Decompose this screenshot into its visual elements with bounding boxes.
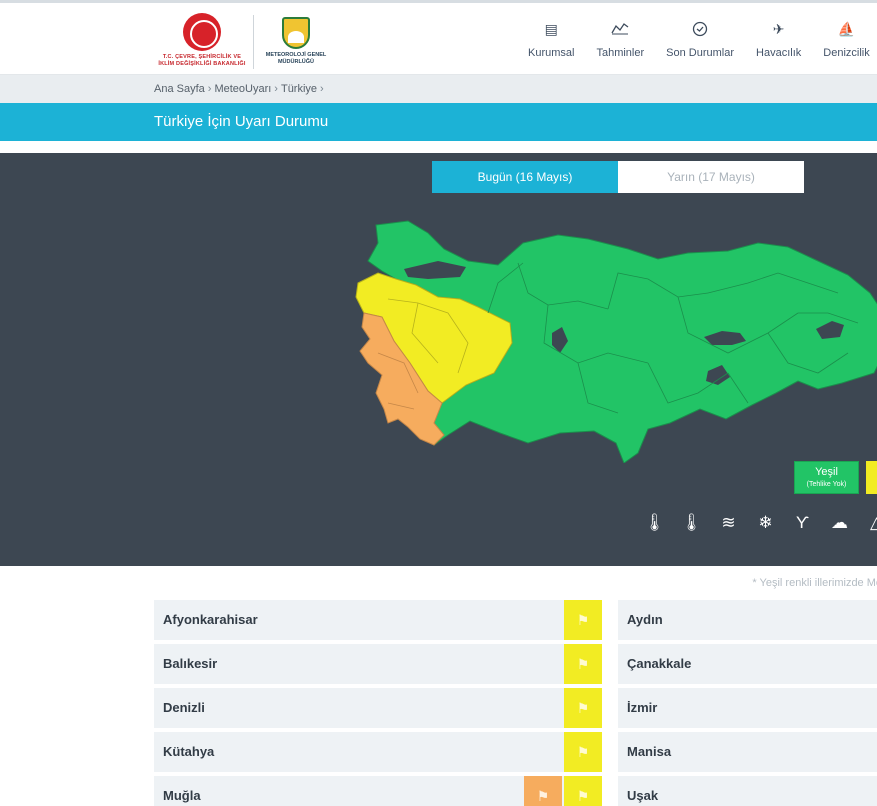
cold-icon[interactable]: 🌡 [636, 513, 673, 533]
province-row-kutahya[interactable]: Kütahya ⚑ [154, 732, 602, 772]
nav-label: Denizcilik [823, 47, 870, 59]
plane-icon: ✈ [772, 21, 785, 37]
breadcrumb-meteouyari[interactable]: MeteoUyarı [214, 83, 271, 95]
province-row-usak[interactable]: Uşak [618, 776, 877, 806]
warning-map-panel: Bugün (16 Mayıs) Yarın (17 Mayıs) Yeşil … [0, 153, 877, 566]
document-icon: ▤ [544, 21, 558, 37]
breadcrumb-turkiye[interactable]: Türkiye [281, 83, 317, 95]
clock-icon [666, 21, 734, 39]
province-row-canakkale[interactable]: Çanakkale [618, 644, 877, 684]
province-name: İzmir [627, 700, 658, 715]
nav-label: Kurumsal [528, 47, 575, 59]
logo-divider [253, 15, 254, 69]
fog-icon[interactable]: ☁ [821, 513, 858, 533]
ministry-logo[interactable]: T.C. ÇEVRE, ŞEHİRCİLİK VE İKLİM DEĞİŞİKL… [156, 13, 248, 71]
mgm-shield-icon [282, 17, 310, 49]
yellow-wind-warning-icon[interactable]: ⚑ [564, 776, 602, 806]
nav-label: Tahminler [596, 47, 645, 59]
province-row-manisa[interactable]: Manisa [618, 732, 877, 772]
province-row-izmir[interactable]: İzmir [618, 688, 877, 728]
nav-label: Son Durumlar [666, 47, 735, 59]
legend-yellow [866, 461, 877, 494]
orange-wind-warning-icon[interactable]: ⚑ [524, 776, 562, 806]
avalanche-icon[interactable]: △ [858, 513, 877, 533]
province-name: Manisa [627, 744, 672, 759]
nav-havacilik[interactable]: ✈ Havacılık [756, 21, 801, 59]
chart-icon [596, 21, 644, 39]
snow-icon[interactable]: ❄ [747, 513, 784, 533]
hot-icon[interactable]: 🌡 [673, 513, 710, 533]
main-nav: ▤ Kurumsal Tahminler Son Durumlar ✈ Hava… [528, 21, 877, 59]
breadcrumb: Ana Sayfa › MeteoUyarı › Türkiye › [0, 75, 877, 103]
province-row-afyonkarahisar[interactable]: Afyonkarahisar ⚑ [154, 600, 602, 640]
ship-icon: ⛵ [837, 21, 856, 37]
tab-today[interactable]: Bugün (16 Mayıs) [432, 161, 618, 193]
nav-kurumsal[interactable]: ▤ Kurumsal [528, 21, 574, 59]
province-row-balikesir[interactable]: Balıkesir ⚑ [154, 644, 602, 684]
storm-icon[interactable]: ϒ [784, 513, 821, 533]
nav-denizcilik[interactable]: ⛵ Denizcilik [823, 21, 869, 59]
province-row-denizli[interactable]: Denizli ⚑ [154, 688, 602, 728]
mgm-logo[interactable]: METEOROLOJİ GENEL MÜDÜRLÜĞÜ [264, 17, 328, 66]
yellow-wind-warning-icon[interactable]: ⚑ [564, 688, 602, 728]
hazard-icon-bar: 🌡 🌡 ≋ ❄ ϒ ☁ △ [636, 513, 877, 533]
legend-green-label: Yeşil [815, 466, 838, 478]
yellow-wind-warning-icon[interactable]: ⚑ [564, 732, 602, 772]
wind-icon[interactable]: ≋ [710, 513, 747, 533]
province-name: Balıkesir [163, 656, 218, 671]
province-name: Kütahya [163, 744, 215, 759]
province-name: Denizli [163, 700, 205, 715]
nav-label: Havacılık [756, 47, 802, 59]
province-row-aydin[interactable]: Aydın [618, 600, 877, 640]
mgm-logo-text: METEOROLOJİ GENEL MÜDÜRLÜĞÜ [265, 52, 327, 65]
province-name: Afyonkarahisar [163, 612, 258, 627]
turkey-warning-map[interactable] [348, 213, 877, 463]
breadcrumb-home[interactable]: Ana Sayfa [154, 83, 205, 95]
nav-tahminler[interactable]: Tahminler [596, 21, 644, 59]
yellow-wind-warning-icon[interactable]: ⚑ [564, 600, 602, 640]
province-name: Aydın [627, 612, 663, 627]
legend-green: Yeşil (Tehlike Yok) [794, 461, 859, 494]
green-note: * Yeşil renkli illerimizde Meteorolojik … [752, 577, 877, 589]
day-tabs: Bugün (16 Mayıs) Yarın (17 Mayıs) [432, 161, 804, 193]
legend-green-sub: (Tehlike Yok) [806, 481, 847, 488]
note-bar: * Yeşil renkli illerimizde Meteorolojik … [0, 566, 877, 600]
page-title: Türkiye İçin Uyarı Durumu [0, 103, 877, 141]
province-name: Uşak [627, 788, 659, 803]
province-name: Çanakkale [627, 656, 692, 671]
province-name: Muğla [163, 788, 201, 803]
yellow-wind-warning-icon[interactable]: ⚑ [564, 644, 602, 684]
site-header: T.C. ÇEVRE, ŞEHİRCİLİK VE İKLİM DEĞİŞİKL… [0, 3, 877, 75]
nav-son-durumlar[interactable]: Son Durumlar [666, 21, 734, 59]
province-row-mugla[interactable]: Muğla ⚑ ⚑ [154, 776, 602, 806]
tab-tomorrow[interactable]: Yarın (17 Mayıs) [618, 161, 804, 193]
ministry-logo-text: T.C. ÇEVRE, ŞEHİRCİLİK VE İKLİM DEĞİŞİKL… [158, 54, 246, 67]
ministry-emblem-icon [183, 13, 221, 51]
